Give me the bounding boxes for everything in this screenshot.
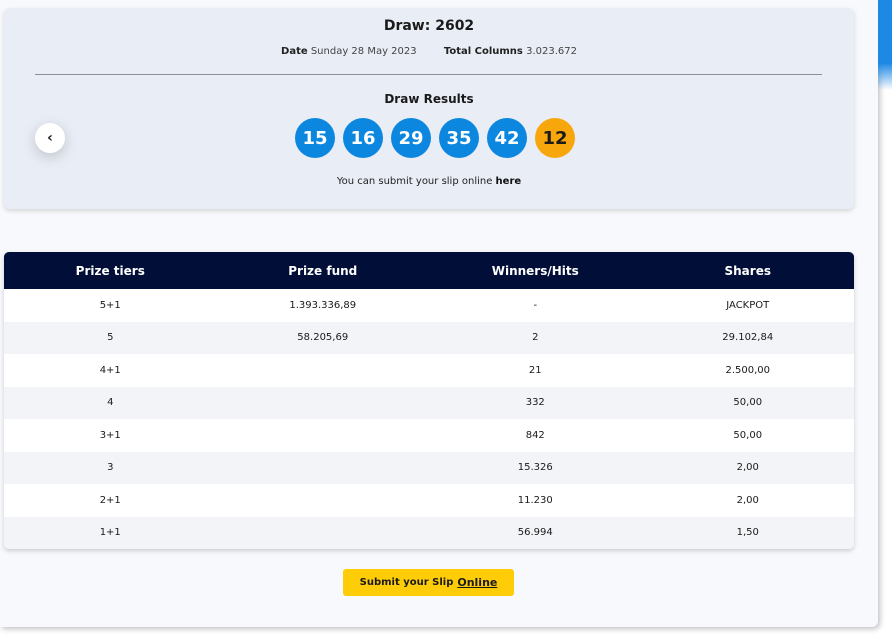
cell-tier: 4 bbox=[107, 397, 114, 409]
bonus-ball: 12 bbox=[535, 118, 575, 158]
cell-tier: 4+1 bbox=[99, 364, 121, 376]
number-ball: 15 bbox=[295, 118, 335, 158]
cell-share: 2,00 bbox=[736, 462, 759, 474]
total-columns-value: 3.023.672 bbox=[526, 46, 577, 57]
header-winners-hits: Winners/Hits bbox=[491, 263, 579, 278]
cell-winners: 332 bbox=[525, 397, 545, 409]
submit-slip-online-button[interactable]: Submit your Slip Online bbox=[343, 569, 514, 596]
cell-winners: 21 bbox=[528, 364, 542, 376]
table-row: 2+1 11.230 2,00 bbox=[4, 484, 854, 517]
table-row: 1+1 56.994 1,50 bbox=[4, 516, 854, 550]
cell-winners: 2 bbox=[532, 332, 539, 344]
header-shares: Shares bbox=[724, 263, 771, 278]
cell-tier: 3+1 bbox=[99, 429, 121, 441]
cell-fund bbox=[217, 484, 430, 517]
table-row: 4+1 21 2.500,00 bbox=[4, 354, 854, 387]
cell-share: 50,00 bbox=[733, 397, 763, 409]
draw-meta: Date Sunday 28 May 2023 Total Columns 3.… bbox=[4, 46, 854, 57]
right-edge-strip bbox=[878, 0, 892, 90]
cell-winners: 56.994 bbox=[517, 527, 553, 539]
number-ball: 29 bbox=[391, 118, 431, 158]
submit-slip-here-link[interactable]: here bbox=[496, 176, 522, 187]
number-ball: 16 bbox=[343, 118, 383, 158]
submit-slip-note: You can submit your slip online here bbox=[4, 176, 854, 187]
table-row: 3 15.326 2,00 bbox=[4, 451, 854, 485]
number-ball: 35 bbox=[439, 118, 479, 158]
cell-fund: 1.393.336,89 bbox=[289, 299, 357, 311]
submit-slip-label: Submit your Slip bbox=[359, 577, 454, 588]
cell-tier: 1+1 bbox=[99, 527, 121, 539]
table-row: 4 332 50,00 bbox=[4, 386, 854, 420]
draw-results-title: Draw Results bbox=[384, 92, 474, 106]
cell-share: 29.102,84 bbox=[722, 332, 774, 344]
cell-fund bbox=[217, 517, 430, 550]
table-row: 5+1 1.393.336,89 - JACKPOT bbox=[4, 289, 854, 322]
cell-tier: 5+1 bbox=[99, 299, 121, 311]
draw-title: Draw: 2602 bbox=[383, 18, 475, 34]
results-page: Draw: 2602 Date Sunday 28 May 2023 Total… bbox=[0, 0, 878, 627]
cell-share: 50,00 bbox=[733, 429, 763, 441]
draw-date-value: Sunday 28 May 2023 bbox=[310, 46, 417, 57]
table-row: 5 58.205,69 2 29.102,84 bbox=[4, 321, 854, 354]
cell-tier: 2+1 bbox=[99, 494, 121, 506]
cell-fund bbox=[217, 387, 430, 420]
divider bbox=[35, 74, 822, 75]
cell-share: JACKPOT bbox=[726, 299, 770, 311]
cell-tier: 5 bbox=[107, 332, 114, 344]
draw-numbers: 15 16 29 35 42 12 bbox=[4, 118, 854, 158]
cell-share: 2,00 bbox=[736, 494, 759, 506]
cell-winners: 15.326 bbox=[517, 462, 553, 474]
cell-fund bbox=[217, 419, 430, 452]
cell-winners: - bbox=[533, 299, 538, 311]
table-row: 3+1 842 50,00 bbox=[4, 419, 854, 452]
total-columns-label: Total Columns bbox=[443, 46, 523, 57]
cell-fund: 58.205,69 bbox=[297, 332, 349, 344]
total-columns: Total Columns 3.023.672 bbox=[444, 46, 577, 57]
cell-share: 2.500,00 bbox=[725, 364, 771, 376]
prize-table-header: Prize tiers Prize fund Winners/Hits Shar… bbox=[4, 252, 854, 289]
cell-winners: 11.230 bbox=[517, 494, 553, 506]
cell-fund bbox=[217, 452, 430, 485]
prize-table: Prize tiers Prize fund Winners/Hits Shar… bbox=[4, 252, 854, 549]
cell-fund bbox=[217, 354, 430, 387]
cell-share: 1,50 bbox=[736, 527, 759, 539]
cell-winners: 842 bbox=[525, 429, 545, 441]
header-prize-fund: Prize fund bbox=[288, 263, 358, 278]
online-link[interactable]: Online bbox=[457, 576, 497, 589]
header-prize-tiers: Prize tiers bbox=[75, 263, 145, 278]
draw-date: Date Sunday 28 May 2023 bbox=[281, 46, 417, 57]
cell-tier: 3 bbox=[107, 462, 114, 474]
submit-slip-note-text: You can submit your slip online bbox=[336, 176, 496, 187]
number-ball: 42 bbox=[487, 118, 527, 158]
draw-date-label: Date bbox=[281, 46, 308, 57]
draw-card: Draw: 2602 Date Sunday 28 May 2023 Total… bbox=[4, 8, 854, 209]
